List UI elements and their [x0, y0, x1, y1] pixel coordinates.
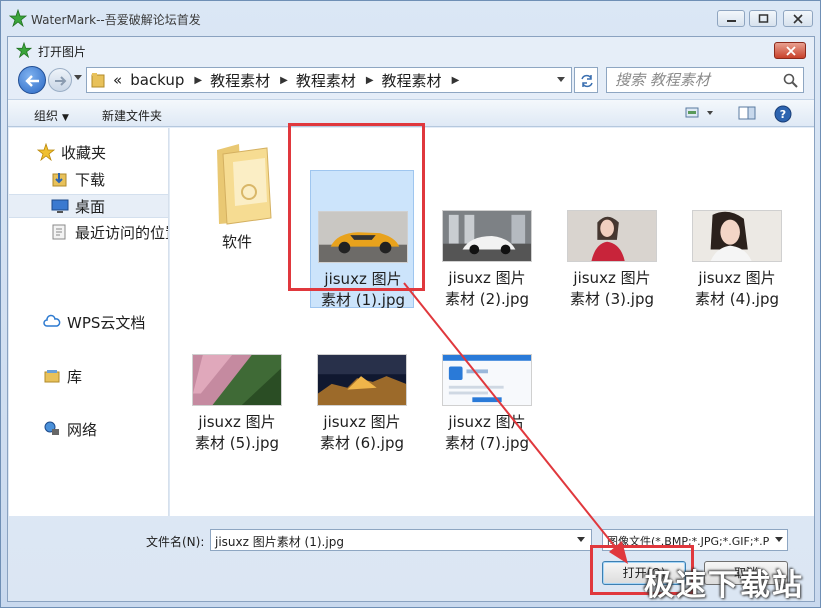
annotation-arrow [403, 282, 628, 564]
site-watermark: 极速下载站 [644, 568, 804, 603]
